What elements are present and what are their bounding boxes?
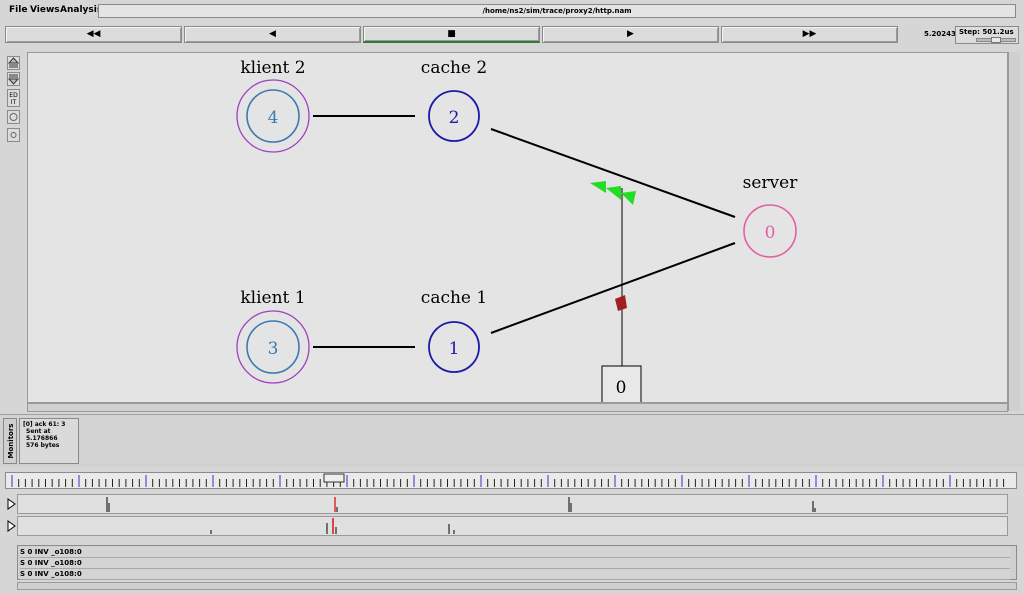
graph-expand-icon[interactable] [7, 498, 16, 510]
activity-graph-1 [17, 494, 1008, 514]
play-button[interactable]: ▶ [542, 26, 719, 43]
event-log: S 0 INV _o108:0 S 0 INV _o108:0 S 0 INV … [17, 545, 1017, 580]
log-line: S 0 INV _o108:0 [20, 569, 1010, 580]
menu-analysis[interactable]: Analysis [60, 5, 102, 15]
graph-expand-icon-2[interactable] [7, 520, 16, 532]
monitor-line: [0] ack 61: 3 [23, 421, 66, 428]
rewind-icon: ◀ [269, 29, 276, 39]
zoom-in-icon [7, 57, 20, 68]
log-scrollbar[interactable] [17, 582, 1017, 590]
zoom-out-icon [7, 74, 20, 85]
activity-graph-2-plot [210, 518, 455, 534]
activity-graph-2 [17, 516, 1008, 536]
node-4-label: klient 2 [240, 58, 305, 78]
monitors-panel [0, 414, 1024, 467]
zoom-in-button[interactable] [7, 56, 20, 70]
fast-rewind-button[interactable]: ◀◀ [5, 26, 182, 43]
timeline-thumb [323, 473, 345, 483]
fast-forward-icon: ▶▶ [802, 29, 817, 39]
node-0-id: 0 [765, 223, 776, 243]
monitors-label: Monitors [7, 423, 15, 459]
rewind-button[interactable]: ◀ [184, 26, 361, 43]
play-icon: ▶ [627, 29, 634, 39]
monitor-line: 576 bytes [26, 442, 60, 449]
small-circle-icon [10, 132, 17, 138]
step-label: Step: 501.2us [959, 28, 1014, 36]
step-slider-thumb[interactable] [991, 37, 1001, 43]
monitor-box[interactable]: [0] ack 61: 3 Sent at 5.176866 576 bytes [19, 418, 79, 464]
log-line: S 0 INV _o108:0 [20, 558, 1010, 569]
node-1-label: cache 1 [421, 288, 487, 308]
menu-file[interactable]: File [9, 5, 27, 15]
current-time: 5.202438 [924, 30, 961, 38]
node-3-id: 3 [268, 339, 279, 359]
node-4-id: 4 [268, 108, 279, 128]
monitors-tab[interactable]: Monitors [3, 418, 17, 464]
menu-views[interactable]: Views [30, 5, 60, 15]
vertical-scrollbar[interactable] [1008, 52, 1020, 411]
network-canvas[interactable]: 4 3 2 1 0 klient 2 cache 2 server klient… [27, 52, 1008, 403]
circle-icon [9, 113, 18, 121]
step-control[interactable]: Step: 501.2us [955, 26, 1019, 44]
horizontal-scrollbar[interactable] [27, 403, 1008, 412]
zoom-out-button[interactable] [7, 72, 20, 86]
packet-green-1 [590, 181, 606, 193]
node-0-label: server [743, 173, 799, 193]
edit-button[interactable]: ED IT [7, 89, 20, 107]
step-slider[interactable] [976, 37, 1016, 43]
queue-label: 0 [616, 378, 627, 398]
node-tool-button[interactable] [7, 110, 20, 124]
stop-button[interactable]: ■ [363, 26, 540, 43]
node-2-label: cache 2 [421, 58, 487, 78]
node-1-id: 1 [449, 339, 460, 359]
file-path: /home/ns2/sim/trace/proxy2/http.nam [98, 4, 1016, 18]
edit-label: ED IT [9, 92, 18, 106]
stop-icon: ■ [447, 29, 456, 39]
log-line: S 0 INV _o108:0 [20, 547, 1010, 558]
packet-green-2 [606, 186, 621, 200]
small-node-tool-button[interactable] [7, 128, 20, 142]
timeline-slider[interactable] [5, 472, 1017, 489]
fast-rewind-icon: ◀◀ [86, 29, 101, 39]
activity-graph-1-plot [106, 497, 816, 512]
fast-forward-button[interactable]: ▶▶ [721, 26, 898, 43]
node-3-label: klient 1 [240, 288, 305, 308]
link-1-0 [490, 242, 736, 334]
network-graph: 4 3 2 1 0 klient 2 cache 2 server klient… [236, 58, 799, 402]
node-2-id: 2 [449, 108, 460, 128]
timeline-ticks [11, 473, 1005, 487]
packet-green-3 [621, 191, 636, 205]
link-2-0 [490, 128, 736, 218]
packet-red [615, 295, 627, 311]
menu-bar: File Views Analysis /home/ns2/sim/trace/… [0, 0, 1024, 22]
monitor-line: Sent at 5.176866 [26, 428, 58, 442]
